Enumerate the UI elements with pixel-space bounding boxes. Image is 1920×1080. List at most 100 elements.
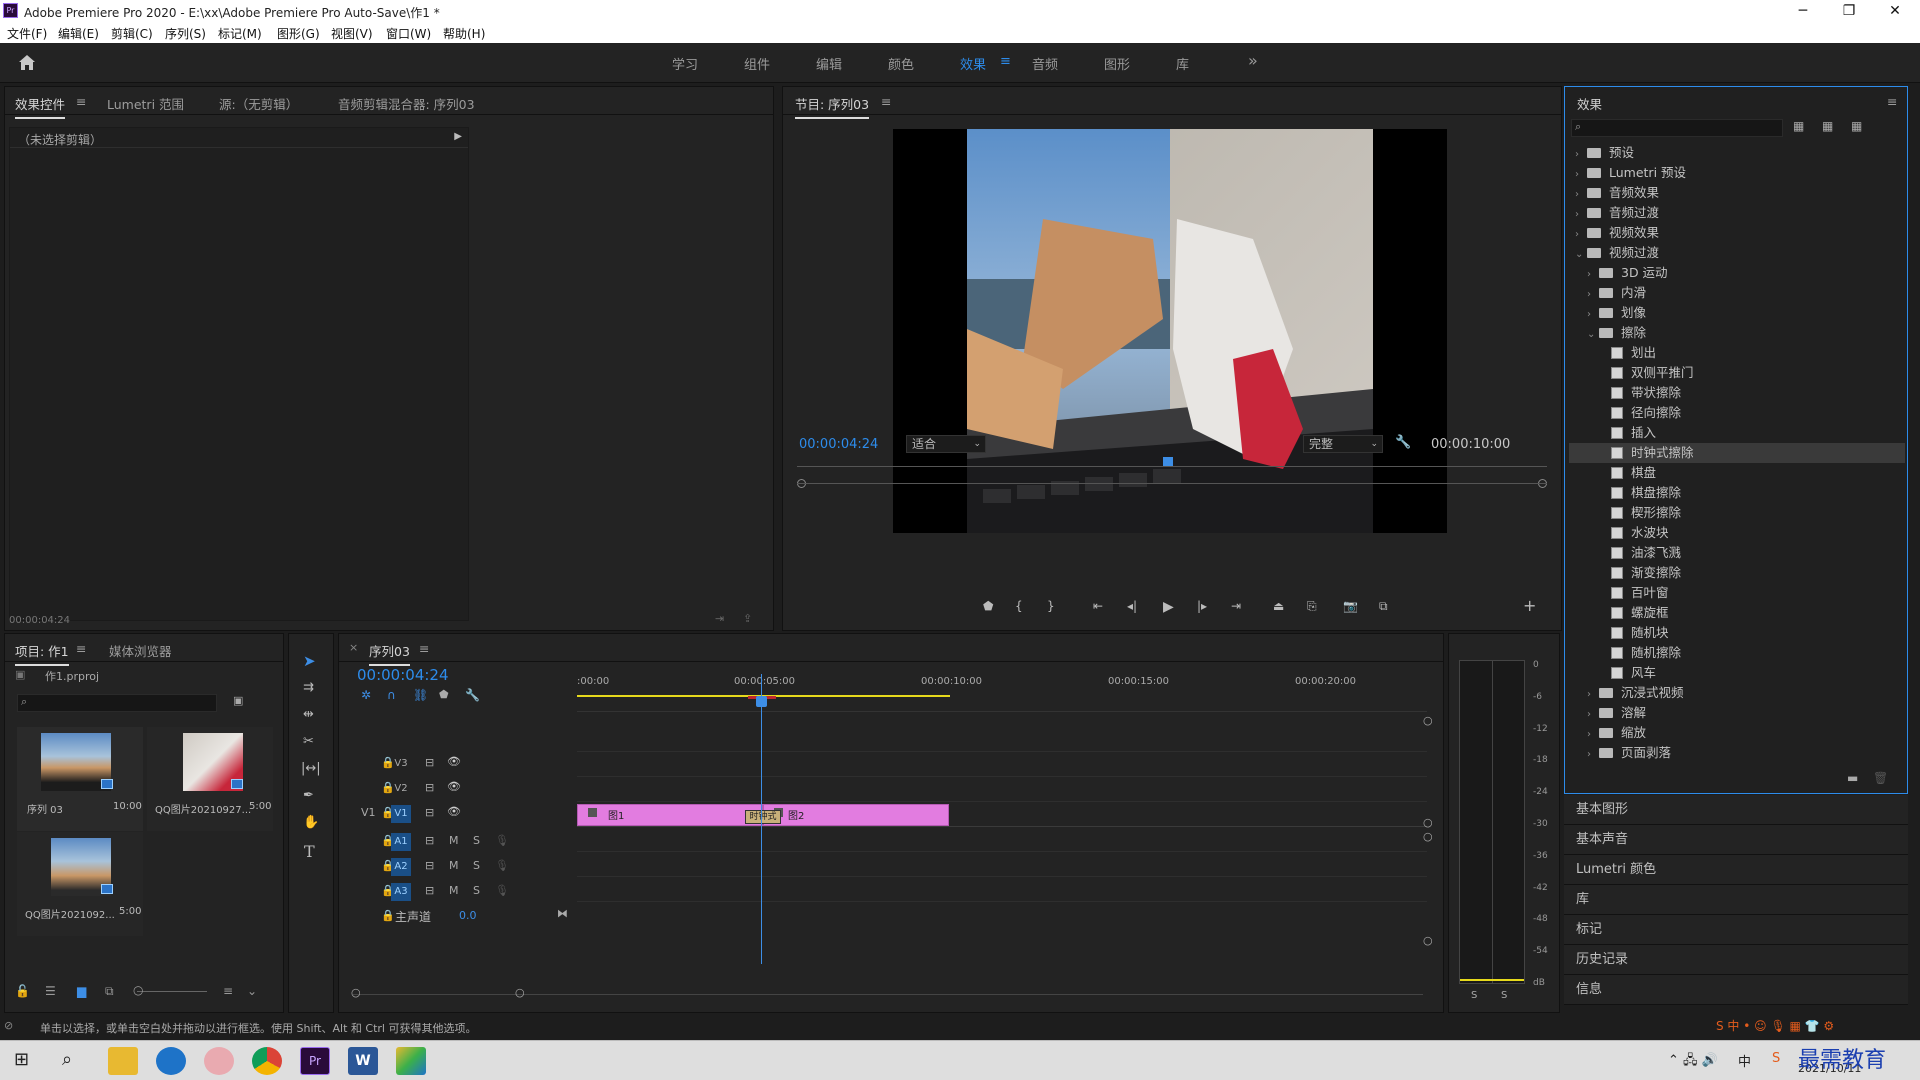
new-bin-icon[interactable]: ▬	[1847, 771, 1858, 785]
effects-tree-item[interactable]: ⌄ 擦除	[1569, 323, 1905, 343]
effects-tree-item[interactable]: › 音频效果	[1569, 183, 1905, 203]
panel-menu-icon[interactable]: ≡	[76, 94, 86, 109]
sync-lock-icon[interactable]: ⊟	[425, 859, 434, 872]
icon-view-icon[interactable]: ▆	[77, 984, 86, 998]
slip-tool-icon[interactable]: |↔|	[301, 761, 321, 776]
program-monitor-title[interactable]: 节目: 序列03	[795, 94, 870, 119]
play-triangle-icon[interactable]: ▶	[454, 131, 462, 142]
program-scrubber[interactable]	[797, 457, 1547, 471]
go-to-in-icon[interactable]: ⇤	[1093, 599, 1103, 613]
chevron-right-icon[interactable]: ›	[1587, 725, 1599, 745]
add-marker-icon[interactable]: ⬟	[983, 599, 993, 613]
effects-tree-item[interactable]: 螺旋框	[1569, 603, 1905, 623]
effects-menu-icon[interactable]: ≡	[1887, 94, 1897, 109]
menu-marker[interactable]: 标记(M)	[218, 25, 262, 42]
sync-lock-icon[interactable]: ⊟	[425, 781, 434, 794]
effects-tree-item[interactable]: 风车	[1569, 663, 1905, 683]
new-search-bin-icon[interactable]: ▣	[233, 694, 243, 707]
tray-language[interactable]: 中	[1738, 1051, 1751, 1070]
extract-icon[interactable]: ⎘	[1307, 599, 1317, 614]
effects-tree-item[interactable]: › Lumetri 预设	[1569, 163, 1905, 183]
mute-button[interactable]: M	[449, 834, 459, 847]
effects-tree-item[interactable]: › 内滑	[1569, 283, 1905, 303]
sync-lock-icon[interactable]: ⊟	[425, 834, 434, 847]
workspace-tab-libraries[interactable]: 库	[1176, 54, 1189, 73]
source-patch[interactable]: V1	[361, 806, 376, 819]
play-icon[interactable]: ▶	[1163, 599, 1174, 615]
type-tool-icon[interactable]: T	[304, 842, 315, 861]
effects-tree-item[interactable]: 百叶窗	[1569, 583, 1905, 603]
zoom-handle-left[interactable]: ○	[351, 986, 361, 999]
effects-tree-item[interactable]: 插入	[1569, 423, 1905, 443]
effects-tree-item[interactable]: › 溶解	[1569, 703, 1905, 723]
effects-tree-item[interactable]: 棋盘擦除	[1569, 483, 1905, 503]
hand-tool-icon[interactable]: ✋	[303, 815, 319, 830]
tab-project[interactable]: 项目: 作1	[15, 641, 69, 666]
ime-icon[interactable]: S	[1772, 1051, 1780, 1066]
zoom-handle-right[interactable]: ○	[515, 986, 525, 999]
timeline-settings-icon[interactable]: 🔧	[465, 688, 480, 702]
track-name[interactable]: A1	[391, 833, 411, 851]
effects-tree-item[interactable]: 随机擦除	[1569, 643, 1905, 663]
effects-tree-item[interactable]: › 缩放	[1569, 723, 1905, 743]
go-to-out-icon[interactable]: ⇥	[1231, 599, 1241, 613]
eye-icon[interactable]: 👁	[447, 780, 461, 793]
chevron-right-icon[interactable]: ›	[1575, 165, 1587, 185]
eye-icon[interactable]: 👁	[447, 805, 461, 818]
zoom-slider-handle[interactable]: ○	[133, 983, 143, 997]
time-ruler[interactable]: :00:00 00:00:05:00 00:00:10:00 00:00:15:…	[577, 672, 1427, 712]
timeline-clip[interactable]: 图2	[763, 804, 949, 826]
essential-sound-tab[interactable]: 基本声音	[1564, 825, 1908, 855]
ripple-edit-tool-icon[interactable]: ⇹	[303, 707, 314, 722]
chevron-right-icon[interactable]: ›	[1575, 225, 1587, 245]
paint-app-icon[interactable]	[204, 1047, 234, 1075]
essential-graphics-tab[interactable]: 基本图形	[1564, 795, 1908, 825]
voice-over-icon[interactable]: 🎙	[495, 884, 509, 897]
voice-over-icon[interactable]: 🎙	[495, 859, 509, 872]
workspace-tab-assembly[interactable]: 组件	[744, 54, 770, 73]
word-icon[interactable]: W	[348, 1047, 378, 1075]
scroll-handle-icon[interactable]: ○	[1423, 714, 1433, 727]
effects-tree-item[interactable]: 带状擦除	[1569, 383, 1905, 403]
add-button-icon[interactable]: +	[1523, 596, 1536, 615]
premiere-taskbar-icon[interactable]: Pr	[300, 1047, 330, 1075]
effects-tree-item[interactable]: 棋盘	[1569, 463, 1905, 483]
linked-selection-icon[interactable]: ⛓	[413, 688, 428, 702]
effects-tree-item[interactable]: › 页面剥落	[1569, 743, 1905, 763]
timeline-timecode[interactable]: 00:00:04:24	[357, 666, 449, 684]
mute-button[interactable]: M	[449, 859, 459, 872]
track-name[interactable]: V1	[391, 805, 411, 823]
workspace-tab-audio[interactable]: 音频	[1032, 54, 1058, 73]
effects-tree-item[interactable]: 时钟式擦除	[1569, 443, 1905, 463]
effects-tree-item[interactable]: 渐变擦除	[1569, 563, 1905, 583]
effects-tree-item[interactable]: › 视频效果	[1569, 223, 1905, 243]
lock-icon[interactable]: 🔒	[381, 909, 395, 922]
project-search-input[interactable]: ⌕	[17, 694, 217, 712]
effects-tree-item[interactable]: 随机块	[1569, 623, 1905, 643]
effects-tree-item[interactable]: ⌄ 视频过渡	[1569, 243, 1905, 263]
effects-tree-item[interactable]: › 3D 运动	[1569, 263, 1905, 283]
chevron-down-icon[interactable]: ⌄	[1575, 245, 1587, 265]
effects-tree-item[interactable]: 双侧平推门	[1569, 363, 1905, 383]
effects-tree-item[interactable]: › 音频过渡	[1569, 203, 1905, 223]
track-lanes[interactable]: 图1 图2 时钟式	[577, 674, 1427, 976]
chevron-right-icon[interactable]: ›	[1575, 145, 1587, 165]
effects-tree-item[interactable]: 水波块	[1569, 523, 1905, 543]
chevron-right-icon[interactable]: ›	[1587, 285, 1599, 305]
program-playhead[interactable]	[1163, 457, 1174, 466]
chevron-right-icon[interactable]: ›	[1587, 745, 1599, 765]
solo-right-button[interactable]: S	[1501, 990, 1507, 1001]
menu-view[interactable]: 视图(V)	[331, 25, 373, 42]
info-tab[interactable]: 信息	[1564, 975, 1908, 1005]
close-sequence-icon[interactable]: ×	[349, 641, 358, 654]
export-frame-icon[interactable]: ⇥	[715, 612, 724, 625]
mute-button[interactable]: M	[449, 884, 459, 897]
project-item-image-2[interactable]: QQ图片20210927... 5:00	[147, 727, 273, 831]
lift-icon[interactable]: ⏏	[1273, 599, 1284, 613]
menu-file[interactable]: 文件(F)	[7, 25, 47, 42]
search-icon[interactable]: ⌕	[62, 1049, 72, 1070]
nest-toggle-icon[interactable]: ✲	[361, 688, 371, 702]
voice-over-icon[interactable]: 🎙	[495, 834, 509, 847]
chevron-right-icon[interactable]: ›	[1575, 185, 1587, 205]
app-icon[interactable]	[396, 1047, 426, 1075]
